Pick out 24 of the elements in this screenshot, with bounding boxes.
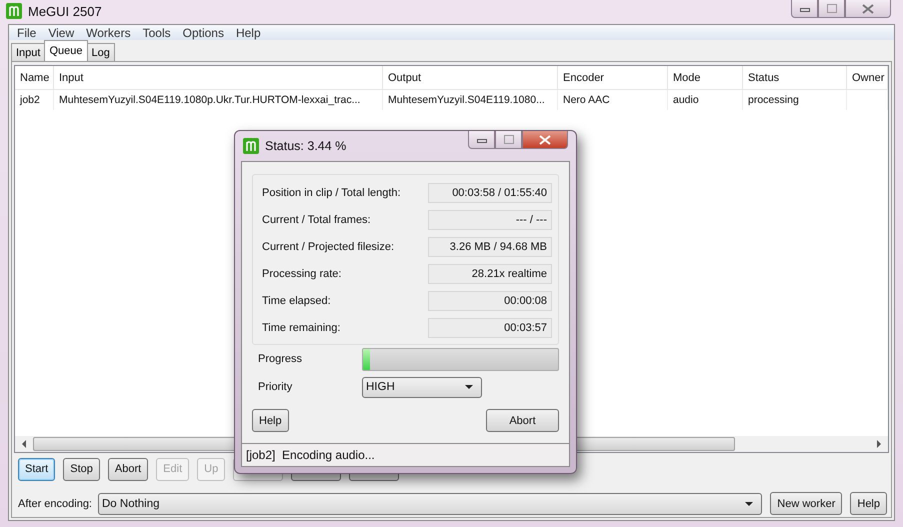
- field-value: --- / ---: [428, 210, 552, 230]
- table-cell: audio: [673, 94, 699, 106]
- field-value: 28.21x realtime: [428, 264, 552, 284]
- field-label: Processing rate:: [262, 268, 342, 280]
- field-label: Current / Total frames:: [262, 214, 371, 226]
- table-cell: processing: [748, 94, 799, 106]
- field-label: Position in clip / Total length:: [262, 186, 401, 198]
- field-value: 3.26 MB / 94.68 MB: [428, 236, 552, 256]
- field-value: 00:03:58 / 01:55:40: [428, 182, 552, 202]
- priority-label: Priority: [258, 381, 294, 393]
- field-label: Time remaining:: [262, 322, 340, 334]
- field-value: 00:00:08: [428, 290, 552, 310]
- field-label: Current / Projected filesize:: [262, 240, 394, 252]
- field-label: Time elapsed:: [262, 294, 331, 306]
- field-value: 00:03:57: [428, 318, 552, 338]
- dialog-title: Status: 3.44 %: [265, 139, 346, 153]
- table-cell: Nero AAC: [563, 94, 610, 106]
- progress-label: Progress: [258, 353, 304, 365]
- table-cell: MuhtesemYuzyil.S04E119.1080...: [388, 94, 545, 106]
- after-encoding-label: After encoding:: [18, 498, 92, 510]
- window-title: MeGUI 2507: [28, 4, 102, 18]
- table-cell: MuhtesemYuzyil.S04E119.1080p.Ukr.Tur.HURTOM-lexxai_trac...: [59, 94, 360, 106]
- table-cell: job2: [20, 94, 40, 106]
- status-text: [job2] Encoding audio...: [246, 448, 375, 462]
